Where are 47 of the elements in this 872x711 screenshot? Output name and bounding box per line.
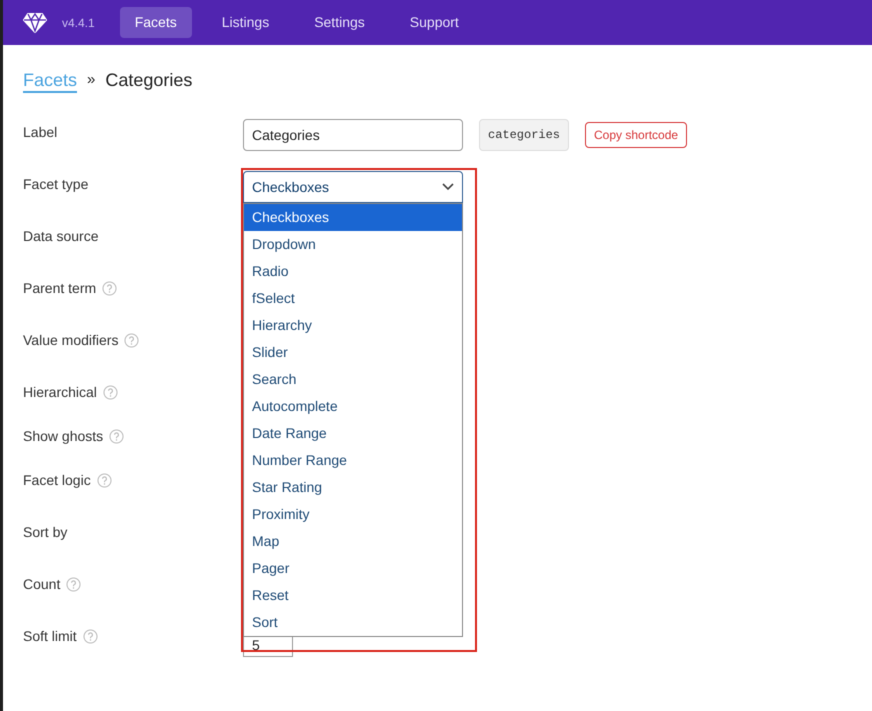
- dropdown-option[interactable]: Map: [244, 528, 462, 555]
- help-icon[interactable]: [102, 385, 118, 400]
- breadcrumb-current: Categories: [105, 69, 192, 92]
- dropdown-option[interactable]: Reset: [244, 582, 462, 609]
- dropdown-option[interactable]: Number Range: [244, 447, 462, 474]
- dropdown-option[interactable]: Pager: [244, 555, 462, 582]
- help-icon[interactable]: [109, 429, 124, 444]
- nav-tab[interactable]: Listings: [206, 7, 284, 38]
- select-field[interactable]: Checkboxes: [243, 171, 463, 203]
- help-icon[interactable]: [82, 629, 98, 644]
- field-label: Soft limit: [23, 627, 77, 646]
- copy-shortcode-button[interactable]: Copy shortcode: [585, 122, 688, 148]
- help-icon[interactable]: [124, 333, 140, 348]
- field-label: Count: [23, 575, 60, 594]
- dropdown-option[interactable]: Search: [244, 366, 462, 393]
- dropdown-option[interactable]: Star Rating: [244, 474, 462, 501]
- dropdown-option[interactable]: Hierarchy: [244, 312, 462, 339]
- dropdown-option[interactable]: Slider: [244, 339, 462, 366]
- dropdown-option[interactable]: fSelect: [244, 285, 462, 312]
- nav-tab[interactable]: Settings: [299, 7, 380, 38]
- field-label: Facet logic: [23, 471, 91, 490]
- field-label: Hierarchical: [23, 383, 97, 402]
- slug-tag: categories: [479, 119, 570, 151]
- dropdown-option[interactable]: Checkboxes: [244, 204, 462, 231]
- field-label: Show ghosts: [23, 427, 104, 446]
- breadcrumb-separator: »: [87, 70, 96, 90]
- text-field[interactable]: Categories: [243, 119, 463, 151]
- help-icon[interactable]: [102, 281, 118, 296]
- diamond-icon: [23, 12, 47, 32]
- dropdown-option[interactable]: Dropdown: [244, 231, 462, 258]
- dropdown-option[interactable]: Sort: [244, 609, 462, 636]
- nav-tab[interactable]: Facets: [120, 7, 192, 38]
- field-label: Value modifiers: [23, 331, 118, 350]
- dropdown-option[interactable]: Proximity: [244, 501, 462, 528]
- help-icon[interactable]: [66, 577, 82, 592]
- nav-tab[interactable]: Support: [394, 7, 474, 38]
- version-label: v4.4.1: [62, 14, 95, 32]
- field-label: Sort by: [23, 523, 68, 542]
- field-label: Facet type: [23, 175, 88, 194]
- field-label: Data source: [23, 227, 98, 246]
- dropdown-option[interactable]: Date Range: [244, 420, 462, 447]
- dropdown-option[interactable]: Autocomplete: [244, 393, 462, 420]
- dropdown-option[interactable]: Radio: [244, 258, 462, 285]
- help-icon[interactable]: [96, 473, 112, 488]
- chevron-down-icon: [442, 183, 454, 191]
- field-label: Label: [23, 123, 58, 142]
- field-label: Parent term: [23, 279, 96, 298]
